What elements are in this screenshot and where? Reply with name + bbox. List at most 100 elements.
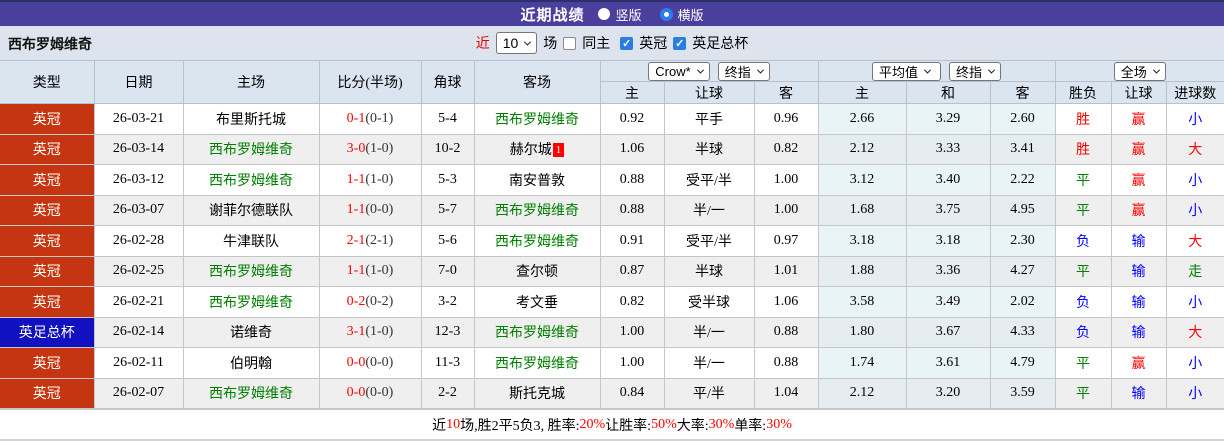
match-date: 26-03-14 — [93, 133, 184, 165]
radio-vertical-layout[interactable]: 竖版 — [598, 5, 642, 24]
score-cell: 2-1(2-1) — [318, 225, 422, 257]
score-cell: 1-1(1-0) — [318, 164, 422, 196]
euro-away-odds: 4.27 — [989, 255, 1056, 287]
chevron-down-icon — [923, 66, 932, 74]
asian-away-odds: 1.00 — [753, 164, 819, 196]
filter-bar: 西布罗姆维奇 近 10 场 同主 ✓ 英冠 ✓ 英足总杯 — [0, 26, 1224, 60]
euro-draw-odds: 3.75 — [905, 194, 991, 226]
summary-stat-value: 30% — [708, 416, 735, 432]
fulltime-score: 0-1 — [346, 110, 366, 126]
away-team: 西布罗姆维奇 — [473, 225, 601, 257]
halftime-score: (1-0) — [365, 141, 394, 157]
halftime-score: (0-2) — [365, 293, 394, 309]
cup-checkbox-label[interactable]: 英足总杯 — [692, 33, 748, 53]
result-flag: 负 — [1054, 225, 1112, 257]
same-home-checkbox[interactable] — [563, 36, 577, 50]
asian-away-odds: 0.97 — [753, 225, 819, 257]
radio-horizontal-layout[interactable]: 横版 — [659, 5, 704, 24]
corner-count: 2-2 — [420, 377, 475, 409]
euro-odds-source-select[interactable]: 平均值 — [872, 61, 942, 81]
match-row: 英冠 26-02-28 牛津联队 2-1(2-1) 5-6 西布罗姆维奇 0.91 受平/半 0… — [0, 225, 1224, 257]
halftime-score: (0-0) — [365, 385, 394, 401]
euro-home-odds: 3.12 — [817, 164, 907, 196]
handicap-result-flag: 赢 — [1110, 347, 1167, 379]
handicap-result-flag: 赢 — [1110, 164, 1167, 196]
asian-away-odds: 0.88 — [753, 347, 819, 379]
radio-vertical-label[interactable]: 竖版 — [615, 5, 641, 24]
match-row: 英冠 26-03-14 西布罗姆维奇 3-0(1-0) 10-2 赫尔城 1 1.06 半球 0.… — [0, 133, 1224, 165]
league-type-badge: 英冠 — [0, 164, 95, 196]
chevron-down-icon — [1152, 66, 1160, 74]
goals-result-flag: 小 — [1165, 377, 1224, 409]
bookmaker-select[interactable]: Crow* — [648, 61, 710, 81]
halftime-score: (0-0) — [365, 354, 394, 370]
match-count-select[interactable]: 10 — [495, 32, 538, 54]
euro-home-odds: 1.68 — [817, 194, 907, 226]
goals-result-flag: 大 — [1165, 316, 1224, 348]
chevron-down-icon — [524, 38, 532, 46]
match-row: 英冠 26-02-21 西布罗姆维奇 0-2(0-2) 3-2 考文垂 0.82 受半球 1.0… — [0, 286, 1224, 318]
asian-odds-stage-select[interactable]: 终指 — [717, 61, 770, 81]
match-row: 英足总杯 26-02-14 诺维奇 3-1(1-0) 12-3 西布罗姆维奇 1.00 半/一… — [0, 316, 1224, 348]
goals-result-flag: 小 — [1165, 194, 1224, 226]
league-type-badge: 英冠 — [0, 103, 95, 135]
league-checkbox[interactable]: ✓ — [620, 36, 634, 50]
col-asian-home: 主 — [600, 81, 665, 104]
asian-away-odds: 0.82 — [753, 133, 819, 165]
handicap-result-flag: 赢 — [1110, 103, 1167, 135]
match-row: 英冠 26-02-07 西布罗姆维奇 0-0(0-0) 2-2 斯托克城 0.84 平/半 1.… — [0, 377, 1224, 409]
handicap-result-flag: 输 — [1110, 316, 1167, 348]
fulltime-score: 0-0 — [346, 354, 366, 370]
radio-horizontal-label[interactable]: 横版 — [678, 5, 704, 24]
league-type-badge: 英冠 — [0, 377, 95, 409]
home-team: 西布罗姆维奇 — [182, 164, 320, 196]
corner-count: 5-6 — [420, 225, 475, 257]
bookmaker-select-value: Crow* — [655, 63, 691, 79]
result-flag: 平 — [1054, 164, 1112, 196]
euro-draw-odds: 3.29 — [905, 103, 991, 135]
asian-away-odds: 1.06 — [753, 286, 819, 318]
match-row: 英冠 26-03-21 布里斯托城 0-1(0-1) 5-4 西布罗姆维奇 0.92 平手 0.… — [0, 103, 1224, 135]
summary-stat-value: 30% — [766, 416, 792, 432]
euro-away-odds: 4.79 — [989, 347, 1056, 379]
asian-handicap-line: 半/一 — [663, 316, 755, 348]
home-team: 布里斯托城 — [182, 103, 320, 135]
asian-home-odds: 0.84 — [599, 377, 665, 409]
col-type: 类型 — [0, 60, 95, 104]
fulltime-score: 1-1 — [346, 202, 366, 218]
goals-result-flag: 小 — [1165, 103, 1224, 135]
radio-selected-icon[interactable] — [659, 7, 673, 21]
score-cell: 0-2(0-2) — [318, 286, 422, 318]
score-cell: 1-1(0-0) — [318, 194, 422, 226]
result-flag: 负 — [1054, 286, 1112, 318]
result-flag: 平 — [1054, 255, 1112, 287]
cup-checkbox[interactable]: ✓ — [673, 36, 687, 50]
euro-draw-odds: 3.18 — [905, 225, 991, 257]
summary-stat-label: 近 — [432, 418, 447, 434]
euro-draw-odds: 3.40 — [905, 164, 991, 196]
group-header-row: 类型 日期 主场 比分(半场) 角球 客场 Crow* 终指 平均值 终指 全场 — [0, 60, 1224, 104]
goals-result-flag: 小 — [1165, 164, 1224, 196]
summary-stat-value: 20% — [579, 416, 606, 432]
handicap-result-flag: 输 — [1110, 255, 1167, 287]
asian-home-odds: 0.88 — [599, 194, 665, 226]
fulltime-score: 3-1 — [346, 324, 366, 340]
result-flag: 胜 — [1054, 103, 1112, 135]
same-home-label[interactable]: 同主 — [582, 33, 610, 53]
handicap-result-flag: 赢 — [1110, 133, 1167, 165]
goals-result-flag: 小 — [1165, 286, 1224, 318]
euro-away-odds: 2.02 — [989, 286, 1056, 318]
chevron-down-icon — [696, 66, 704, 74]
team-name: 西布罗姆维奇 — [8, 38, 92, 53]
score-cell: 1-1(1-0) — [318, 255, 422, 287]
asian-away-odds: 1.01 — [753, 255, 819, 287]
scope-select[interactable]: 全场 — [1113, 61, 1166, 81]
halftime-score: (2-1) — [365, 232, 394, 248]
col-date: 日期 — [93, 60, 184, 104]
euro-odds-stage-select[interactable]: 终指 — [949, 61, 1002, 81]
away-team: 西布罗姆维奇 — [473, 347, 601, 379]
euro-home-odds: 2.12 — [817, 133, 907, 165]
halftime-score: (1-0) — [365, 324, 394, 340]
league-checkbox-label[interactable]: 英冠 — [639, 33, 667, 53]
radio-unselected-icon[interactable] — [598, 8, 611, 20]
